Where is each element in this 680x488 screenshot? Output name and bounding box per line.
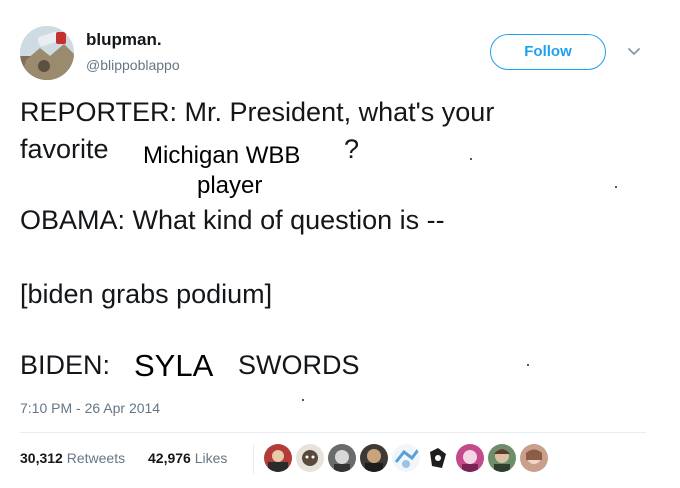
chevron-down-icon[interactable] (625, 44, 643, 58)
likes-stat[interactable]: 42,976 Likes (148, 450, 227, 466)
liker-avatar[interactable] (328, 444, 356, 472)
edited-overlay-michigan: Michigan WBB (143, 142, 301, 169)
tweet-text-line-3: OBAMA: What kind of question is -- (20, 205, 445, 235)
likes-label: Likes (194, 450, 228, 466)
liker-avatar[interactable] (264, 444, 292, 472)
tweet-text-biden: BIDEN: (20, 350, 111, 380)
edited-overlay-syla: SYLA (134, 348, 214, 383)
liker-avatar[interactable] (360, 444, 388, 472)
liker-avatar[interactable] (296, 444, 324, 472)
liker-avatar[interactable] (424, 444, 452, 472)
likes-count: 42,976 (148, 450, 191, 466)
stray-speck (302, 399, 304, 401)
liker-avatar[interactable] (392, 444, 420, 472)
author-handle[interactable]: @blippoblappo (86, 57, 180, 73)
retweets-stat[interactable]: 30,312 Retweets (20, 450, 125, 466)
tweet-text-line-1: REPORTER: Mr. President, what's your (20, 97, 495, 127)
author-display-name[interactable]: blupman. (86, 30, 162, 50)
liker-avatar[interactable] (488, 444, 516, 472)
stats-separator (253, 444, 254, 474)
tweet-timestamp[interactable]: 7:10 PM - 26 Apr 2014 (20, 400, 160, 416)
stray-speck (527, 364, 529, 366)
stray-speck (470, 158, 472, 160)
tweet-text-swords: SWORDS (238, 350, 360, 380)
author-avatar[interactable] (20, 26, 74, 80)
retweets-label: Retweets (66, 450, 126, 466)
retweets-count: 30,312 (20, 450, 63, 466)
edited-overlay-player: player (197, 172, 263, 199)
liker-avatar[interactable] (520, 444, 548, 472)
divider (20, 432, 646, 433)
follow-button[interactable]: Follow (490, 34, 606, 70)
tweet-text-line-4: [biden grabs podium] (20, 279, 273, 309)
liker-avatar[interactable] (456, 444, 484, 472)
avatar-image (20, 26, 74, 80)
tweet-text-line-2: favorite (20, 134, 109, 164)
tweet-text-question-mark: ? (344, 134, 360, 164)
stray-speck (615, 186, 617, 188)
